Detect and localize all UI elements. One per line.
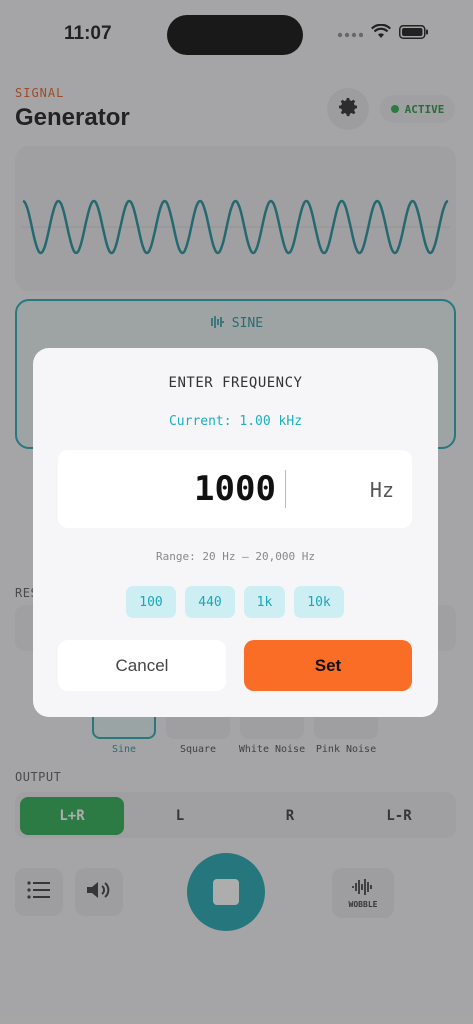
preset-100-button[interactable]: 100 [126,586,176,618]
set-button[interactable]: Set [244,640,412,691]
frequency-input[interactable] [58,450,412,528]
dialog-range: Range: 20 Hz — 20,000 Hz [156,550,315,563]
text-caret [285,470,286,508]
preset-1k-button[interactable]: 1k [244,586,285,618]
dialog-current-value: Current: 1.00 kHz [168,414,303,429]
frequency-input-box: Hz [58,450,412,528]
frequency-dialog: ENTER FREQUENCY Current: 1.00 kHz Hz Ran… [33,348,438,717]
dialog-title: ENTER FREQUENCY [168,375,303,391]
cancel-button[interactable]: Cancel [58,640,226,691]
preset-440-button[interactable]: 440 [185,586,235,618]
preset-10k-button[interactable]: 10k [294,586,344,618]
frequency-unit: Hz [369,478,394,502]
